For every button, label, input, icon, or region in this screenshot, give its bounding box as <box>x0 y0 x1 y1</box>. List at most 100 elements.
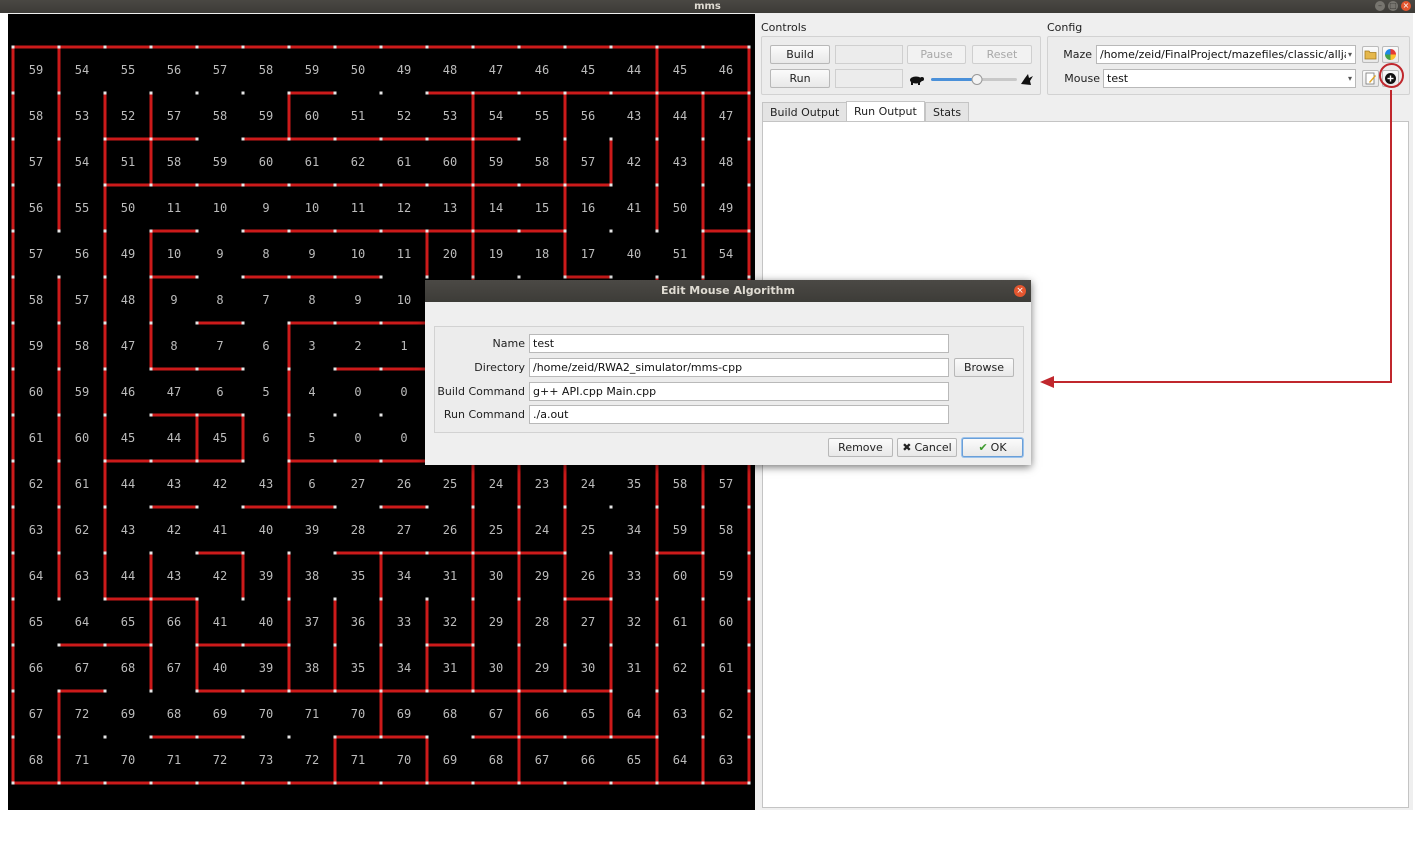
maze-cell-distance: 56 <box>167 63 181 77</box>
maze-cell-distance: 45 <box>213 431 227 445</box>
ok-button[interactable]: ✔ OK <box>962 438 1023 457</box>
maze-post <box>471 229 475 233</box>
maze-post <box>747 597 751 601</box>
maze-cell-distance: 29 <box>535 661 549 675</box>
controls-group: Build Pause Reset Run <box>761 36 1041 95</box>
maze-cell-distance: 52 <box>397 109 411 123</box>
maze-cell-distance: 55 <box>121 63 135 77</box>
maze-post <box>57 597 61 601</box>
mouse-combobox[interactable]: test ▾ <box>1103 69 1356 88</box>
maze-post <box>241 413 245 417</box>
maze-post <box>701 643 705 647</box>
dialog-close-icon[interactable]: × <box>1014 285 1026 297</box>
build-button[interactable]: Build <box>770 45 830 64</box>
maze-post <box>655 275 659 279</box>
slider-handle[interactable] <box>971 74 983 85</box>
browse-button[interactable]: Browse <box>954 358 1014 377</box>
maze-cell-distance: 59 <box>489 155 503 169</box>
run-button[interactable]: Run <box>770 69 830 88</box>
maze-post <box>747 781 751 785</box>
maze-cell-distance: 47 <box>489 63 503 77</box>
maze-cell-distance: 59 <box>29 63 43 77</box>
maze-post <box>333 551 337 555</box>
speed-slider[interactable] <box>907 70 1035 88</box>
maze-cell-distance: 48 <box>121 293 135 307</box>
cancel-button[interactable]: ✖ Cancel <box>897 438 957 457</box>
maze-post <box>517 689 521 693</box>
maze-post <box>195 45 199 49</box>
maze-post <box>655 551 659 555</box>
maze-post <box>425 689 429 693</box>
maze-cell-distance: 26 <box>443 523 457 537</box>
maze-post <box>747 91 751 95</box>
maze-cell-distance: 9 <box>216 247 223 261</box>
maze-post <box>609 781 613 785</box>
pause-button[interactable]: Pause <box>907 45 966 64</box>
maze-post <box>287 275 291 279</box>
maze-cell-distance: 8 <box>216 293 223 307</box>
maze-post <box>609 505 613 509</box>
maze-post <box>471 781 475 785</box>
folder-button[interactable] <box>1362 46 1379 63</box>
maze-post <box>195 781 199 785</box>
maze-cell-distance: 5 <box>262 385 269 399</box>
maze-post <box>379 229 383 233</box>
maze-cell-distance: 43 <box>627 109 641 123</box>
maze-cell-distance: 64 <box>75 615 89 629</box>
maze-post <box>11 781 15 785</box>
maze-post <box>655 689 659 693</box>
maze-cell-distance: 61 <box>305 155 319 169</box>
maze-post <box>379 505 383 509</box>
tab-stats[interactable]: Stats <box>925 102 970 122</box>
maze-cell-distance: 69 <box>213 707 227 721</box>
maze-cell-distance: 70 <box>259 707 273 721</box>
maze-post <box>517 551 521 555</box>
maze-post <box>333 781 337 785</box>
maze-cell-distance: 42 <box>213 477 227 491</box>
dialog-title: Edit Mouse Algorithm <box>661 284 795 297</box>
maze-cell-distance: 61 <box>75 477 89 491</box>
maze-post <box>471 45 475 49</box>
run-command-field[interactable]: ./a.out <box>529 405 949 424</box>
build-command-field[interactable]: g++ API.cpp Main.cpp <box>529 382 949 401</box>
minimize-icon[interactable]: – <box>1375 1 1385 11</box>
maze-post <box>747 735 751 739</box>
maze-post <box>701 183 705 187</box>
maze-cell-distance: 62 <box>351 155 365 169</box>
directory-field[interactable]: /home/zeid/RWA2_simulator/mms-cpp <box>529 358 949 377</box>
maze-cell-distance: 39 <box>259 569 273 583</box>
maze-post <box>195 597 199 601</box>
tab-run-output[interactable]: Run Output <box>846 101 925 122</box>
maze-cell-distance: 28 <box>351 523 365 537</box>
maze-post <box>333 643 337 647</box>
name-field[interactable]: test <box>529 334 949 353</box>
annotation-circle <box>1379 63 1404 88</box>
maze-post <box>747 137 751 141</box>
close-icon[interactable]: × <box>1401 1 1411 11</box>
maximize-icon[interactable]: □ <box>1388 1 1398 11</box>
maze-cell-distance: 8 <box>308 293 315 307</box>
maze-combobox[interactable]: /home/zeid/FinalProject/mazefiles/classi… <box>1096 45 1356 64</box>
maze-post <box>471 183 475 187</box>
edit-mouse-button[interactable] <box>1362 70 1379 87</box>
maze-post <box>57 781 61 785</box>
remove-button[interactable]: Remove <box>828 438 893 457</box>
maze-cell-distance: 12 <box>397 201 411 215</box>
color-button[interactable] <box>1382 46 1399 63</box>
maze-post <box>241 505 245 509</box>
folder-icon <box>1364 50 1377 60</box>
maze-post <box>609 137 613 141</box>
reset-button[interactable]: Reset <box>972 45 1032 64</box>
maze-cell-distance: 9 <box>308 247 315 261</box>
maze-cell-distance: 64 <box>29 569 43 583</box>
tab-build-output[interactable]: Build Output <box>762 102 848 122</box>
maze-cell-distance: 1 <box>400 339 407 353</box>
maze-post <box>195 551 199 555</box>
maze-post <box>609 183 613 187</box>
maze-post <box>333 45 337 49</box>
maze-cell-distance: 7 <box>262 293 269 307</box>
maze-cell-distance: 9 <box>170 293 177 307</box>
window-controls: – □ × <box>1375 1 1411 11</box>
maze-cell-distance: 56 <box>75 247 89 261</box>
maze-cell-distance: 42 <box>167 523 181 537</box>
